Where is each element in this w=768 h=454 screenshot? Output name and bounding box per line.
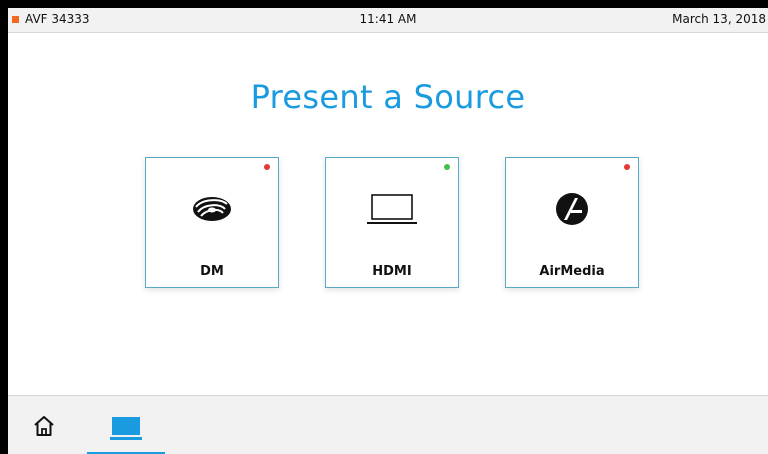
home-icon (34, 416, 54, 436)
crestron-swirl-icon (146, 192, 278, 226)
source-tile-dm[interactable]: DM (145, 157, 279, 288)
status-led (624, 164, 630, 170)
source-label-hdmi: HDMI (372, 264, 412, 279)
monitor-icon (110, 417, 142, 440)
page-title: Present a Source (250, 78, 526, 116)
clock-time: 11:41 AM (359, 12, 417, 26)
bottom-nav-bar (8, 395, 768, 454)
laptop-icon (326, 192, 458, 226)
source-label-airmedia: AirMedia (539, 264, 605, 279)
home-button[interactable] (32, 414, 60, 442)
status-bar: AVF 34333 11:41 AM March 13, 2018 (8, 8, 768, 33)
touch-panel-screen: AVF 34333 11:41 AM March 13, 2018 Presen… (8, 8, 768, 454)
airmedia-icon (506, 192, 638, 226)
status-led (264, 164, 270, 170)
source-tile-airmedia[interactable]: AirMedia (505, 157, 639, 288)
status-led (444, 164, 450, 170)
source-tile-hdmi[interactable]: HDMI (325, 157, 459, 288)
sources-nav-button[interactable] (87, 406, 165, 454)
source-label-dm: DM (200, 264, 224, 279)
clock-date: March 13, 2018 (672, 12, 766, 26)
